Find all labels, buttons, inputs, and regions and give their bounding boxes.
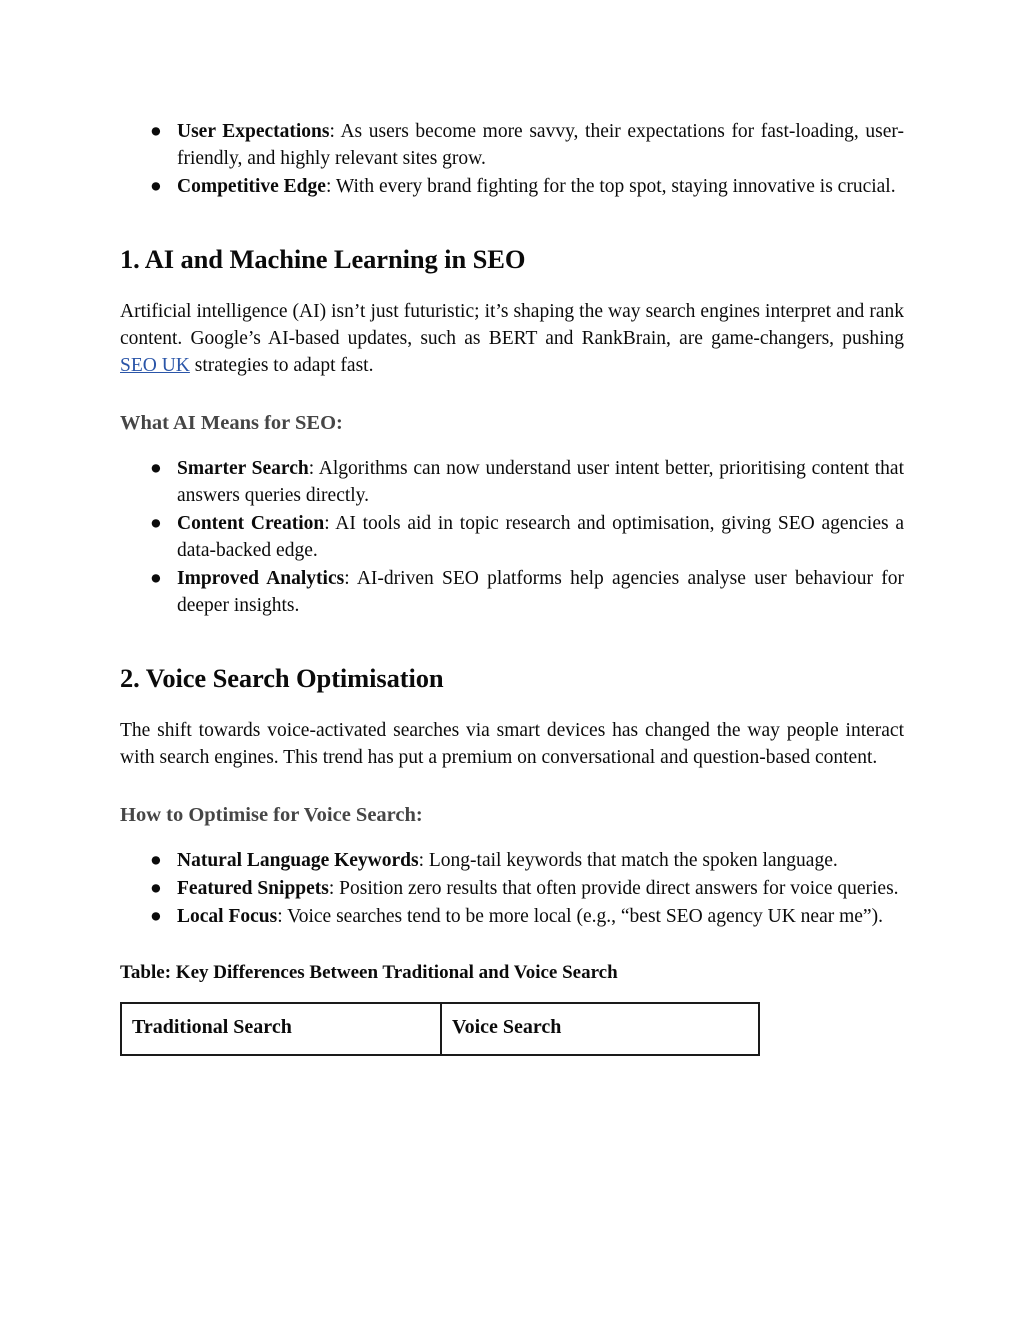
section-heading-voice: 2. Voice Search Optimisation [120, 663, 444, 693]
list-item: ● Improved Analytics: AI-driven SEO plat… [120, 565, 904, 619]
table-caption: Table: Key Differences Between Tradition… [120, 962, 618, 983]
bullet-icon: ● [150, 513, 162, 534]
list-item-lead: Featured Snippets [177, 878, 329, 899]
list-item-lead: Content Creation [177, 513, 325, 534]
subheading-what-ai-means: What AI Means for SEO: [120, 412, 343, 434]
section-voice-paragraph: The shift towards voice-activated search… [120, 720, 904, 768]
bullet-icon: ● [150, 878, 162, 899]
section-heading-ai: 1. AI and Machine Learning in SEO [120, 244, 526, 274]
comparison-table: Traditional Search Voice Search [120, 1002, 760, 1056]
bullet-icon: ● [150, 850, 162, 871]
list-item: ● Featured Snippets: Position zero resul… [120, 875, 904, 902]
top-bullet-list: ● User Expectations: As users become mor… [120, 118, 904, 200]
list-item-text: : With every brand fighting for the top … [325, 176, 896, 197]
paragraph-text-before-link: Artificial intelligence (AI) isn’t just … [120, 301, 904, 349]
list-item-lead: Competitive Edge [177, 176, 326, 197]
list-item-lead: Local Focus [177, 906, 278, 927]
document-page: ● User Expectations: As users become mor… [0, 0, 1024, 1325]
bullet-icon: ● [150, 568, 162, 589]
bullet-icon: ● [150, 906, 162, 927]
list-item-text: : Position zero results that often provi… [328, 878, 899, 899]
table-header-cell-traditional: Traditional Search [120, 1002, 442, 1056]
list-item-lead: User Expectations [177, 121, 330, 142]
list-item-lead: Natural Language Keywords [177, 850, 419, 871]
list-item-text: : Voice searches tend to be more local (… [277, 906, 883, 927]
seo-uk-link[interactable]: SEO UK [120, 355, 190, 376]
bullet-icon: ● [150, 176, 162, 197]
list-item-lead: Smarter Search [177, 458, 309, 479]
list-item: ● Competitive Edge: With every brand fig… [120, 173, 904, 200]
section-ai-paragraph: Artificial intelligence (AI) isn’t just … [120, 298, 904, 379]
list-item: ● User Expectations: As users become mor… [120, 118, 904, 172]
list-item: ● Smarter Search: Algorithms can now und… [120, 455, 904, 509]
bullet-icon: ● [150, 121, 162, 142]
voice-bullet-list: ● Natural Language Keywords: Long-tail k… [120, 847, 904, 930]
bullet-icon: ● [150, 458, 162, 479]
subheading-how-to-optimise: How to Optimise for Voice Search: [120, 804, 423, 826]
list-item: ● Local Focus: Voice searches tend to be… [120, 903, 904, 930]
table-header-row: Traditional Search Voice Search [120, 1002, 760, 1056]
ai-bullet-list: ● Smarter Search: Algorithms can now und… [120, 455, 904, 619]
list-item-text: : Long-tail keywords that match the spok… [418, 850, 838, 871]
table-header-cell-voice: Voice Search [440, 1002, 760, 1056]
list-item: ● Natural Language Keywords: Long-tail k… [120, 847, 904, 874]
list-item: ● Content Creation: AI tools aid in topi… [120, 510, 904, 564]
paragraph-text-after-link: strategies to adapt fast. [189, 355, 374, 376]
list-item-lead: Improved Analytics [177, 568, 345, 589]
page-content: ● User Expectations: As users become mor… [120, 118, 904, 1056]
